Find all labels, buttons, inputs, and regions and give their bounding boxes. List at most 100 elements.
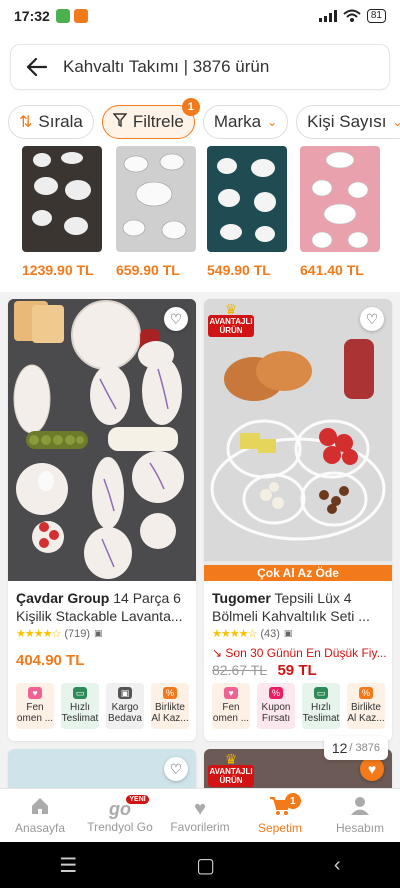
user-icon: [350, 796, 370, 821]
page-current: 12: [331, 740, 348, 756]
nav-account[interactable]: Hesabım: [320, 789, 400, 842]
favorite-heart-icon[interactable]: ♡: [360, 307, 384, 331]
product-price: 641.40 TL: [300, 262, 364, 278]
search-query[interactable]: Kahvaltı Takımı | 3876 ürün: [63, 57, 269, 77]
advantage-tag: AVANTAJLI ÜRÜN: [208, 315, 254, 337]
product-brand: Çavdar Group: [16, 590, 110, 606]
product-price: 549.90 TL: [207, 262, 271, 278]
nav-label: Favorilerim: [170, 819, 230, 834]
perk-label: Kupon Fırsatı: [261, 702, 291, 724]
camera-icon: ▣: [283, 628, 293, 638]
old-price: 82.67 TL: [212, 662, 268, 678]
filter-label: Filtrele: [132, 112, 184, 131]
advantage-tag: AVANTAJLI ÜRÜN: [208, 765, 254, 787]
camera-icon: ▣: [94, 628, 103, 638]
nav-cart[interactable]: 1 Sepetim: [240, 789, 320, 842]
percent-icon: %: [359, 687, 373, 699]
signal-icon: [318, 10, 337, 22]
box-icon: ▣: [118, 687, 132, 699]
page-total: / 3876: [349, 742, 380, 754]
heart-shield-icon: ♥: [28, 687, 42, 699]
advantage-badge: ♛ AVANTAJLI ÜRÜN: [208, 752, 254, 788]
perk-badge: ♥ Fen omen ...: [212, 683, 250, 729]
product-price: 59 TL: [277, 662, 317, 679]
chevron-down-icon: ⌄: [392, 115, 400, 129]
sort-button[interactable]: ⇅ Sırala: [8, 105, 94, 139]
perk-label: Birlikte Al Kaz...: [347, 702, 385, 724]
nav-label: Anasayfa: [14, 821, 66, 835]
status-indicators: 81: [318, 9, 386, 23]
rating-count: (43): [260, 627, 280, 640]
funnel-icon: [112, 112, 128, 132]
coupon-icon: %: [269, 687, 283, 699]
perk-label: Birlikte Al Kaz...: [151, 702, 189, 724]
product-rating: ★★★★☆ (43) ▣: [212, 627, 386, 641]
search-header: Kahvaltı Takımı | 3876 ürün: [0, 32, 400, 98]
perk-badge: % Birlikte Al Kaz...: [347, 683, 385, 729]
product-card[interactable]: 641.40 TL: [300, 146, 380, 278]
status-bar: 17:32 81: [0, 0, 400, 32]
page-indicator: 12 / 3876: [323, 736, 388, 760]
perk-label: Hızlı Teslimat: [61, 702, 99, 724]
search-box[interactable]: Kahvaltı Takımı | 3876 ürün: [10, 44, 390, 90]
nav-label: Hesabım: [335, 821, 385, 835]
menu-icon[interactable]: ☰: [59, 853, 77, 878]
perk-label: Fen omen ...: [212, 702, 250, 724]
home-square-icon[interactable]: ▢: [196, 853, 215, 878]
product-card[interactable]: ♡ Çavdar Group 14 Parça 6 Kişilik Stacka…: [8, 299, 196, 741]
wifi-icon: [343, 9, 361, 22]
heart-icon: ♥: [194, 797, 206, 820]
filter-button[interactable]: Filtrele 1: [101, 98, 200, 139]
product-info: Tugomer Tepsili Lüx 4 Bölmeli Kahvaltılı…: [212, 589, 386, 680]
product-image: [300, 146, 380, 252]
product-price: 659.90 TL: [116, 262, 180, 278]
truck-icon: ▭: [314, 687, 328, 699]
system-navigation-bar: ☰ ▢ ‹: [0, 842, 400, 888]
perk-label: Hızlı Teslimat: [302, 702, 340, 724]
favorite-heart-icon[interactable]: ♡: [164, 307, 188, 331]
product-grid[interactable]: 1239.90 TL 659.90 TL 549.90 TL 641.40 TL: [0, 146, 400, 788]
cart-count-badge: 1: [284, 793, 301, 809]
brand-filter[interactable]: Marka ⌄: [202, 105, 289, 139]
previous-product-row: 1239.90 TL 659.90 TL 549.90 TL 641.40 TL: [0, 146, 400, 292]
filter-chips: ⇅ Sırala Filtrele 1 Marka ⌄ Kişi Sayısı …: [0, 98, 400, 146]
product-price: 404.90 TL: [16, 652, 85, 669]
price-row: 82.67 TL 59 TL: [212, 662, 386, 680]
nav-favorites[interactable]: ♥ Favorilerim: [160, 789, 240, 842]
nav-label: Trendyol Go: [87, 819, 153, 834]
product-card[interactable]: ♛ AVANTAJLI ÜRÜN ♡ Çok Al Az Öde Tugomer …: [204, 299, 392, 741]
product-rating: ★★★★☆ (719) ▣: [16, 627, 190, 641]
back-icon[interactable]: ‹: [334, 854, 341, 877]
status-time: 17:32: [14, 8, 50, 24]
product-price: 1239.90 TL: [22, 262, 94, 278]
back-arrow-icon[interactable]: [11, 58, 63, 76]
sort-label: Sırala: [38, 112, 83, 131]
perk-badge: % Kupon Fırsatı: [257, 683, 295, 729]
product-card[interactable]: ♡: [8, 749, 196, 788]
app-notification-icon: [55, 9, 70, 23]
persons-filter[interactable]: Kişi Sayısı ⌄: [296, 105, 400, 139]
perk-badge: ▣ Kargo Bedava: [106, 683, 144, 729]
product-card[interactable]: 659.90 TL: [116, 146, 196, 278]
chevron-down-icon: ⌄: [267, 115, 278, 129]
perk-badges: ♥ Fen omen ... % Kupon Fırsatı ▭ Hızlı Tesl…: [212, 683, 388, 729]
product-card[interactable]: 1239.90 TL: [22, 146, 102, 278]
favorite-heart-icon[interactable]: ♡: [164, 757, 188, 781]
perk-badge: ♥ Fen omen ...: [16, 683, 54, 729]
nav-trendyol-go[interactable]: go YENİ Trendyol Go: [80, 789, 160, 842]
bottom-navigation: Anasayfa go YENİ Trendyol Go ♥ Favoriler…: [0, 788, 400, 842]
sort-icon: ⇅: [19, 114, 33, 131]
product-card[interactable]: 549.90 TL: [207, 146, 287, 278]
product-image[interactable]: [8, 299, 196, 581]
battery-icon: 81: [366, 9, 386, 23]
nav-home[interactable]: Anasayfa: [0, 789, 80, 842]
deal-banner: Çok Al Az Öde: [204, 565, 392, 581]
product-brand: Tugomer: [212, 590, 271, 606]
perk-badge: ▭ Hızlı Teslimat: [302, 683, 340, 729]
percent-icon: %: [163, 687, 177, 699]
crown-icon: ♛: [224, 301, 238, 317]
favorite-heart-icon[interactable]: ♥: [360, 757, 384, 781]
lowest-price-note: ↘ Son 30 Günün En Düşük Fiy...: [212, 646, 386, 660]
rating-count: (719): [64, 627, 90, 640]
nav-label: Sepetim: [257, 821, 303, 835]
